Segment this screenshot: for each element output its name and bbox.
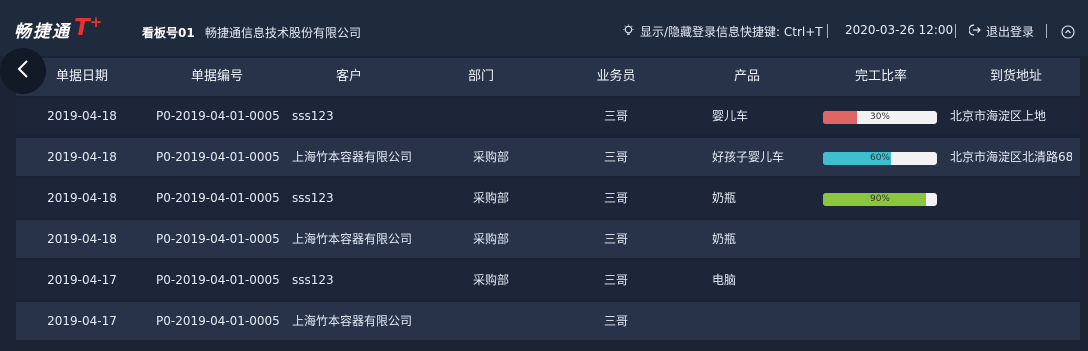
cell-department xyxy=(446,302,536,340)
divider xyxy=(955,24,956,38)
cell-date: 2019-04-18 xyxy=(47,232,117,246)
progress-label: 60% xyxy=(869,153,890,163)
table-row[interactable]: 2019-04-17 P0-2019-04-01-0005 sss123 采购部 三哥 电… xyxy=(16,261,1080,299)
chevron-up-circle-icon[interactable] xyxy=(1061,24,1075,39)
column-header-customer: 客户 xyxy=(335,69,362,84)
current-datetime: 2020-03-26 12:00 xyxy=(845,23,954,37)
cell-salesman: 三哥 xyxy=(603,273,628,287)
cell-address xyxy=(950,179,1072,217)
completion-progress-bar: 90% xyxy=(823,193,937,206)
cell-department: 采购部 xyxy=(472,150,509,164)
cell-customer: 上海竹本容器有限公司 xyxy=(292,232,413,246)
cell-salesman: 三哥 xyxy=(603,109,628,123)
cell-address xyxy=(950,261,1072,299)
cell-product: 婴儿车 xyxy=(712,109,749,123)
cell-customer: sss123 xyxy=(292,273,334,287)
divider xyxy=(1046,24,1047,38)
table-row[interactable]: 2019-04-18 P0-2019-04-01-0005 sss123 三哥 婴儿车 北… xyxy=(16,97,1080,135)
cell-department xyxy=(446,97,536,135)
column-header-department: 部门 xyxy=(467,69,494,84)
completion-progress-bar: 60% xyxy=(823,152,937,165)
logout-label: 退出登录 xyxy=(986,25,1035,39)
table-row[interactable]: 2019-04-18 P0-2019-04-01-0005 上海竹本容器有限公司 采购… xyxy=(16,220,1080,258)
cell-customer: 上海竹本容器有限公司 xyxy=(292,314,413,328)
back-button[interactable] xyxy=(0,48,46,94)
column-header-salesman: 业务员 xyxy=(596,69,636,84)
table-row[interactable]: 2019-04-17 P0-2019-04-01-0005 上海竹本容器有限公司 三哥 xyxy=(16,302,1080,340)
cell-address: 北京市海淀区上地 xyxy=(950,109,1047,123)
cell-date: 2019-04-17 xyxy=(47,273,117,287)
cell-salesman: 三哥 xyxy=(603,314,628,328)
cell-department: 采购部 xyxy=(472,273,509,287)
cell-customer: sss123 xyxy=(292,109,334,123)
cell-date: 2019-04-17 xyxy=(47,314,117,328)
progress-label: 90% xyxy=(869,194,890,204)
column-header-product: 产品 xyxy=(733,69,760,84)
board-label: 看板号01 xyxy=(142,26,195,40)
top-bar: 畅捷通 T + 看板号01 畅捷通信息技术股份有限公司 显示/隐藏登录信息快捷键… xyxy=(0,0,1088,56)
cell-date: 2019-04-18 xyxy=(47,109,117,123)
cell-document-number: P0-2019-04-01-0005 xyxy=(156,232,280,246)
cell-product: 好孩子婴儿车 xyxy=(712,150,785,164)
logo-text: 畅捷通 xyxy=(14,21,71,42)
completion-progress-bar: 30% xyxy=(823,111,937,124)
column-header-number: 单据编号 xyxy=(190,69,243,84)
column-header-completion-rate: 完工比率 xyxy=(854,69,907,84)
cell-department: 采购部 xyxy=(472,191,509,205)
cell-address: 北京市海淀区北清路68... xyxy=(950,150,1072,164)
logo-plus: + xyxy=(89,13,103,31)
cell-customer: 上海竹本容器有限公司 xyxy=(292,150,413,164)
table-row[interactable]: 2019-04-18 P0-2019-04-01-0005 上海竹本容器有限公司 采购… xyxy=(16,138,1080,176)
chevron-left-icon xyxy=(16,59,30,83)
cell-address xyxy=(950,220,1072,258)
logout-button[interactable]: 退出登录 xyxy=(968,23,1035,40)
app-logo: 畅捷通 T + xyxy=(14,13,103,42)
table-row[interactable]: 2019-04-18 P0-2019-04-01-0005 sss123 采购部 三哥 奶… xyxy=(16,179,1080,217)
cell-product: 电脑 xyxy=(712,273,737,287)
cell-salesman: 三哥 xyxy=(603,232,628,246)
cell-date: 2019-04-18 xyxy=(47,150,117,164)
divider xyxy=(827,24,828,38)
cell-document-number: P0-2019-04-01-0005 xyxy=(156,273,280,287)
lightbulb-icon xyxy=(622,23,640,40)
cell-document-number: P0-2019-04-01-0005 xyxy=(156,150,280,164)
cell-document-number: P0-2019-04-01-0005 xyxy=(156,109,280,123)
company-name: 畅捷通信息技术股份有限公司 xyxy=(205,26,362,40)
cell-date: 2019-04-18 xyxy=(47,191,117,205)
cell-document-number: P0-2019-04-01-0005 xyxy=(156,314,280,328)
cell-document-number: P0-2019-04-01-0005 xyxy=(156,191,280,205)
logo-brand: T xyxy=(74,15,90,41)
cell-product: 奶瓶 xyxy=(712,232,737,246)
table-header: 单据日期 单据编号 客户 部门 业务员 产品 完工比率 到货地址 xyxy=(16,58,1080,96)
hint-text: 显示/隐藏登录信息快捷键: Ctrl+T xyxy=(640,25,823,39)
column-header-address: 到货地址 xyxy=(989,69,1042,84)
cell-product: 奶瓶 xyxy=(712,191,737,205)
login-info-toggle-hint[interactable]: 显示/隐藏登录信息快捷键: Ctrl+T xyxy=(622,23,823,40)
logout-icon xyxy=(968,24,986,39)
progress-label: 30% xyxy=(869,112,890,122)
cell-customer: sss123 xyxy=(292,191,334,205)
cell-department: 采购部 xyxy=(472,232,509,246)
cell-salesman: 三哥 xyxy=(603,191,628,205)
cell-address xyxy=(950,302,1072,340)
cell-salesman: 三哥 xyxy=(603,150,628,164)
cell-product xyxy=(712,302,812,340)
